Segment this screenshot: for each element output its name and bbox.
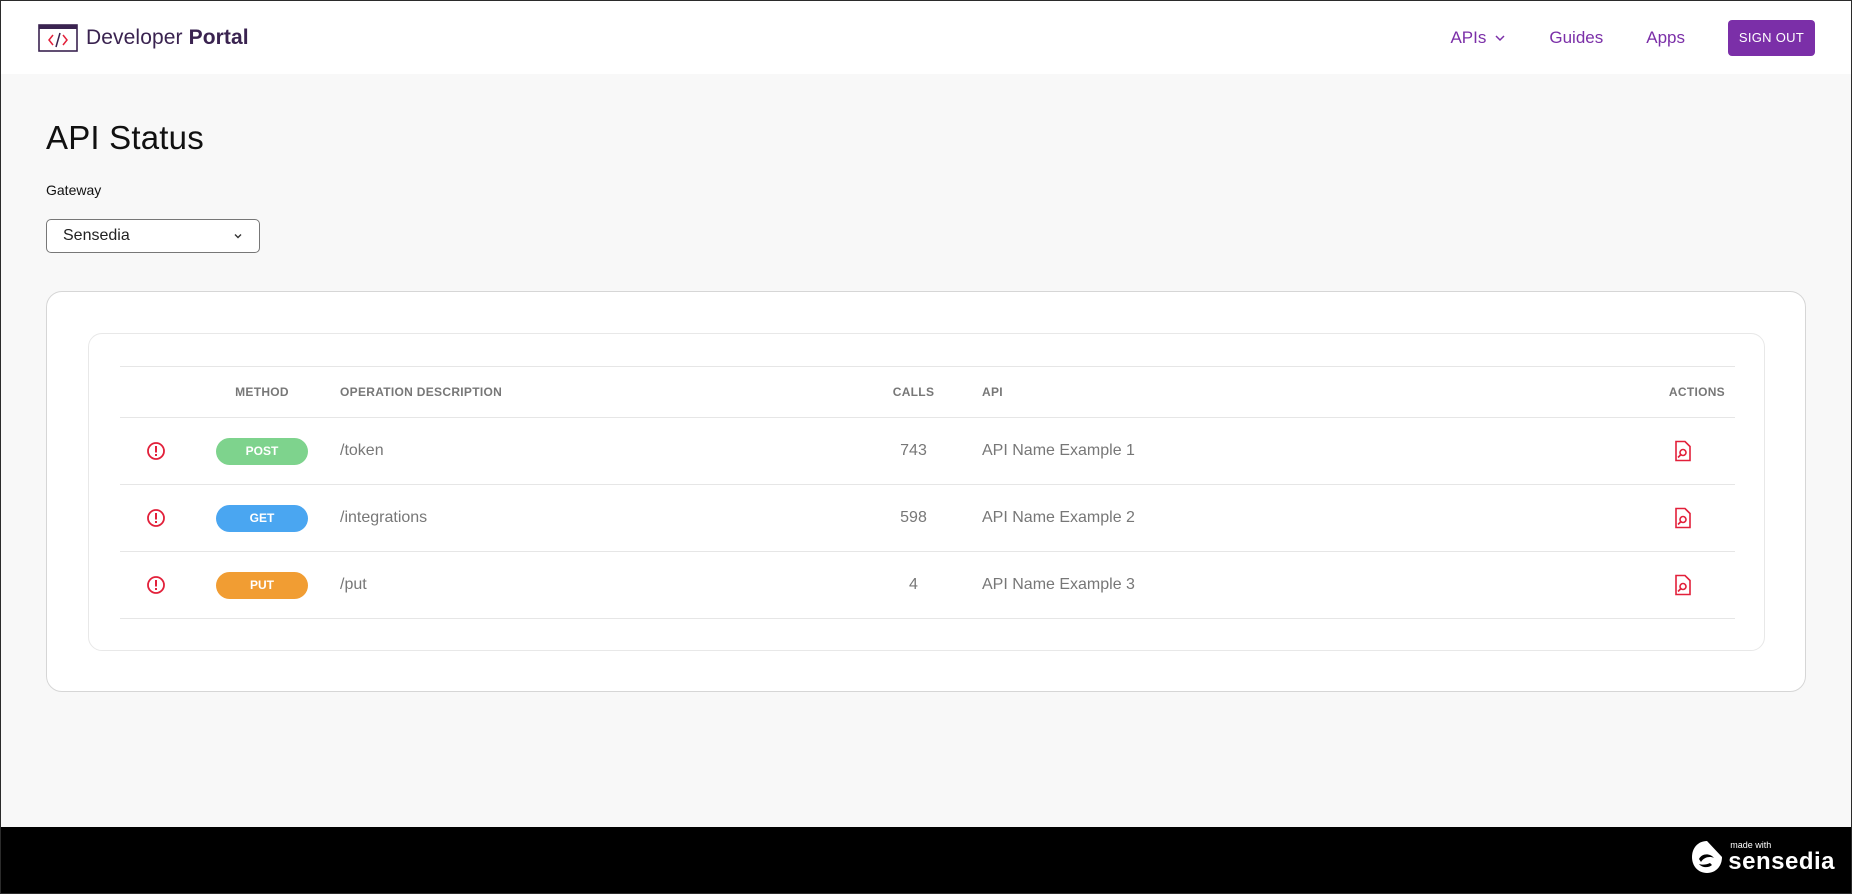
alert-cell xyxy=(120,484,192,552)
table-header-row: METHOD OPERATION DESCRIPTION CALLS API A… xyxy=(120,366,1735,418)
sensedia-wordmark: sensedia xyxy=(1728,847,1835,875)
table-row: PUT /put 4 API Name Example 3 xyxy=(120,551,1735,619)
method-badge: POST xyxy=(216,437,308,465)
calls-cell: 4 xyxy=(845,551,982,619)
brand-title-regular: Developer xyxy=(86,25,183,49)
nav-apis-dropdown[interactable]: APIs xyxy=(1450,28,1506,48)
nav-apps-link[interactable]: Apps xyxy=(1646,28,1685,48)
col-header-api: API xyxy=(982,366,1582,418)
nav-apps-label: Apps xyxy=(1646,27,1685,47)
table-row: GET /integrations 598 API Name Example 2 xyxy=(120,484,1735,552)
document-search-icon[interactable] xyxy=(1673,440,1693,462)
nav-apis-label: APIs xyxy=(1450,27,1487,47)
status-card: METHOD OPERATION DESCRIPTION CALLS API A… xyxy=(46,291,1806,692)
method-badge: PUT xyxy=(216,571,308,599)
alert-circle-icon xyxy=(147,576,165,594)
col-header-alert xyxy=(120,366,192,418)
api-name-cell: API Name Example 3 xyxy=(982,551,1582,619)
gateway-select-value: Sensedia xyxy=(63,227,130,244)
table-row: POST /token 743 API Name Example 1 xyxy=(120,417,1735,485)
document-search-icon[interactable] xyxy=(1673,574,1693,596)
actions-cell xyxy=(1582,484,1735,552)
document-search-icon[interactable] xyxy=(1673,507,1693,529)
brand-title: Developer Portal xyxy=(86,26,249,50)
gateway-select[interactable]: Sensedia xyxy=(46,219,260,253)
col-header-description: OPERATION DESCRIPTION xyxy=(332,366,845,418)
nav-guides-link[interactable]: Guides xyxy=(1549,28,1603,48)
gateway-label: Gateway xyxy=(46,182,102,198)
alert-cell xyxy=(120,551,192,619)
alert-circle-icon xyxy=(147,442,165,460)
api-status-table: METHOD OPERATION DESCRIPTION CALLS API A… xyxy=(120,366,1735,619)
status-table-card: METHOD OPERATION DESCRIPTION CALLS API A… xyxy=(88,333,1765,651)
col-header-calls: CALLS xyxy=(845,366,982,418)
col-header-method: METHOD xyxy=(192,366,332,418)
method-cell: PUT xyxy=(192,551,332,619)
method-cell: POST xyxy=(192,417,332,485)
actions-cell xyxy=(1582,551,1735,619)
method-cell: GET xyxy=(192,484,332,552)
sign-out-button[interactable]: SIGN OUT xyxy=(1728,19,1815,56)
main-nav: APIs Guides Apps SIGN OUT xyxy=(1450,19,1815,56)
actions-cell xyxy=(1582,417,1735,485)
footer-brand-text: made with sensedia xyxy=(1728,840,1835,875)
alert-cell xyxy=(120,417,192,485)
footer: made with sensedia xyxy=(1,827,1851,893)
main-content: API Status Gateway Sensedia METHOD OPERA… xyxy=(46,74,1806,692)
description-cell: /token xyxy=(332,417,845,485)
method-badge: GET xyxy=(216,504,308,532)
chevron-down-icon xyxy=(234,234,242,239)
calls-cell: 598 xyxy=(845,484,982,552)
description-cell: /integrations xyxy=(332,484,845,552)
code-window-icon xyxy=(38,23,78,52)
sensedia-logo-icon xyxy=(1692,841,1723,873)
col-header-actions: ACTIONS xyxy=(1582,366,1735,418)
brand-title-bold: Portal xyxy=(188,25,249,49)
api-name-cell: API Name Example 1 xyxy=(982,417,1582,485)
made-with-sensedia-logo[interactable]: made with sensedia xyxy=(1690,839,1835,875)
description-cell: /put xyxy=(332,551,845,619)
top-navbar: Developer Portal APIs Guides Apps SIGN OU… xyxy=(1,1,1851,74)
calls-cell: 743 xyxy=(845,417,982,485)
chevron-down-icon xyxy=(1495,34,1505,41)
brand-logo[interactable]: Developer Portal xyxy=(38,23,249,52)
alert-circle-icon xyxy=(147,509,165,527)
page-title: API Status xyxy=(46,119,204,156)
nav-guides-label: Guides xyxy=(1549,27,1604,47)
api-name-cell: API Name Example 2 xyxy=(982,484,1582,552)
